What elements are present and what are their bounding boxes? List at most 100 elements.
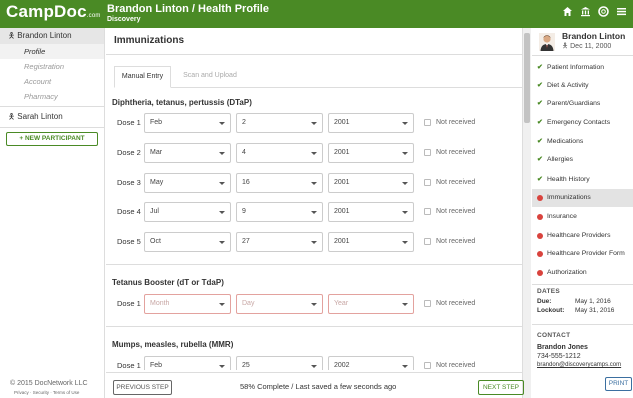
avatar [539, 33, 555, 51]
day-select[interactable]: 25 [236, 356, 323, 370]
nav-authorization[interactable]: Authorization [532, 264, 633, 282]
participant-name-heading: Brandon Linton [562, 31, 626, 41]
year-select[interactable]: 2001 [328, 173, 414, 193]
dose-label: Dose 4 [117, 207, 141, 216]
panel-divider [532, 55, 633, 56]
day-select[interactable]: 4 [236, 143, 323, 163]
year-select[interactable]: 2002 [328, 356, 414, 370]
year-select[interactable]: 2001 [328, 202, 414, 222]
new-participant-button[interactable]: + NEW PARTICIPANT [6, 132, 98, 146]
sidebar-item-registration[interactable]: Registration [0, 59, 104, 74]
nav-diet-activity[interactable]: ✔ Diet & Activity [532, 77, 633, 95]
dose-label: Dose 3 [117, 178, 141, 187]
person-icon: 🯅 [8, 31, 16, 40]
dose-row: Dose 3 May 16 2001 Not received [106, 173, 522, 193]
month-select[interactable]: Month [144, 294, 231, 314]
day-select[interactable]: 27 [236, 232, 323, 252]
left-sidebar: 🯅 Brandon Linton Profile Registration Ac… [0, 28, 105, 398]
check-icon: ✔ [537, 138, 543, 145]
not-received-checkbox[interactable] [424, 208, 431, 215]
page-title: Immunizations [114, 35, 185, 46]
year-select[interactable]: 2001 [328, 232, 414, 252]
nav-health-history[interactable]: ✔ Health History [532, 171, 633, 189]
nav-emergency-contacts[interactable]: ✔ Emergency Contacts [532, 114, 633, 132]
contact-email-link[interactable]: brandon@discoverycamps.com [537, 362, 621, 368]
not-received-checkbox[interactable] [424, 149, 431, 156]
not-received-checkbox[interactable] [424, 119, 431, 126]
month-select[interactable]: Oct [144, 232, 231, 252]
section-divider [106, 326, 522, 327]
footer-links[interactable]: Privacy · Security · Terms of Use [14, 390, 79, 395]
participant-name: Sarah Linton [17, 112, 63, 121]
nav-healthcare-provider-form[interactable]: Healthcare Provider Form [532, 245, 633, 263]
nav-patient-information[interactable]: ✔ Patient Information [532, 59, 633, 77]
participant-name: Brandon Linton [17, 31, 72, 40]
year-select[interactable]: 2001 [328, 113, 414, 133]
not-received-checkbox[interactable] [424, 362, 431, 369]
bank-icon[interactable] [580, 6, 591, 17]
page-header-title: Brandon Linton / Health Profile [107, 3, 269, 15]
person-icon: 🯅 [8, 112, 16, 121]
previous-step-button[interactable]: PREVIOUS STEP [113, 380, 172, 395]
nav-parent-guardians[interactable]: ✔ Parent/Guardians [532, 95, 633, 113]
dose-row: Dose 1 Feb 2 2001 Not received [106, 113, 522, 133]
sidebar-item-account[interactable]: Account [0, 74, 104, 89]
birthdate: 🯅 Dec 11, 2000 [562, 43, 612, 50]
right-panel: Brandon Linton 🯅 Dec 11, 2000 ✔ Patient I… [532, 28, 633, 398]
dose-label: Dose 1 [117, 299, 141, 308]
tab-manual-entry[interactable]: Manual Entry [114, 66, 171, 88]
nav-medications[interactable]: ✔ Medications [532, 133, 633, 151]
contact-heading: CONTACT [537, 332, 571, 339]
incomplete-dot-icon [537, 233, 543, 239]
nav-insurance[interactable]: Insurance [532, 208, 633, 226]
next-step-button[interactable]: NEXT STEP [478, 380, 524, 395]
nav-healthcare-providers[interactable]: Healthcare Providers [532, 227, 633, 245]
person-icon: 🯅 [562, 43, 569, 50]
check-icon: ✔ [537, 156, 543, 163]
sidebar-divider [0, 106, 104, 107]
help-icon[interactable] [598, 6, 609, 17]
month-select[interactable]: Feb [144, 113, 231, 133]
month-select[interactable]: Jul [144, 202, 231, 222]
dose-row: Dose 2 Mar 4 2001 Not received [106, 143, 522, 163]
check-icon: ✔ [537, 119, 543, 126]
dose-label: Dose 2 [117, 148, 141, 157]
section-title-dtap: Diphtheria, tetanus, pertussis (DTaP) [112, 98, 252, 107]
participant-brandon[interactable]: 🯅 Brandon Linton [0, 28, 104, 44]
dose-row: Dose 4 Jul 9 2001 Not received [106, 202, 522, 222]
day-select[interactable]: 16 [236, 173, 323, 193]
campdoc-logo[interactable]: CampDoc.com [6, 2, 101, 22]
participant-sarah[interactable]: 🯅 Sarah Linton [0, 109, 104, 125]
sidebar-item-profile[interactable]: Profile [0, 44, 104, 59]
nav-immunizations[interactable]: Immunizations [532, 189, 633, 207]
not-received-checkbox[interactable] [424, 238, 431, 245]
main-scrollbar[interactable] [522, 28, 531, 398]
month-select[interactable]: Mar [144, 143, 231, 163]
home-icon[interactable] [562, 6, 573, 17]
month-select[interactable]: Feb [144, 356, 231, 370]
print-button[interactable]: PRINT [605, 377, 632, 391]
day-select[interactable]: 9 [236, 202, 323, 222]
year-select[interactable]: 2001 [328, 143, 414, 163]
tab-scan-upload[interactable]: Scan and Upload [176, 66, 244, 88]
incomplete-dot-icon [537, 270, 543, 276]
month-select[interactable]: May [144, 173, 231, 193]
day-select[interactable]: Day [236, 294, 323, 314]
menu-icon[interactable] [616, 6, 627, 17]
day-select[interactable]: 2 [236, 113, 323, 133]
incomplete-dot-icon [537, 195, 543, 201]
check-icon: ✔ [537, 100, 543, 107]
not-received-label: Not received [436, 362, 476, 369]
check-icon: ✔ [537, 82, 543, 89]
scrollbar-thumb[interactable] [524, 33, 530, 123]
not-received-checkbox[interactable] [424, 300, 431, 307]
year-select[interactable]: Year [328, 294, 414, 314]
dose-row: Dose 5 Oct 27 2001 Not received [106, 232, 522, 252]
step-navigation-bar: PREVIOUS STEP 58% Complete / Last saved … [106, 372, 524, 398]
dates-heading: DATES [537, 288, 561, 295]
not-received-checkbox[interactable] [424, 179, 431, 186]
page-header-subtitle: Discovery [107, 16, 141, 23]
not-received-label: Not received [436, 238, 476, 245]
nav-allergies[interactable]: ✔ Allergies [532, 151, 633, 169]
sidebar-item-pharmacy[interactable]: Pharmacy [0, 89, 104, 104]
